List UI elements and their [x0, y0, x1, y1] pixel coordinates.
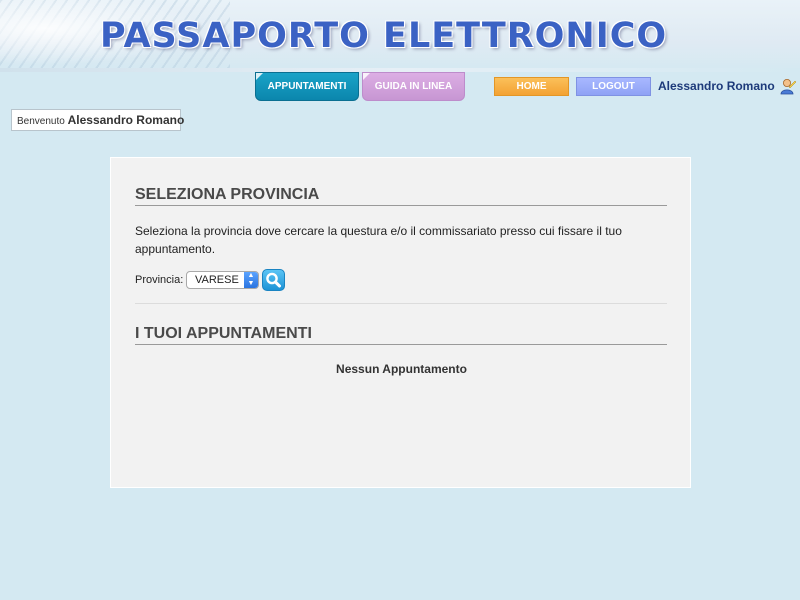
select-arrows-icon: ▲ ▼ — [244, 272, 258, 288]
section-title-appuntamenti: I TUOI APPUNTAMENTI — [135, 325, 667, 345]
empty-appointments-message: Nessun Appuntamento — [336, 362, 467, 376]
header-user-name: Alessandro Romano — [658, 79, 775, 93]
welcome-name: Alessandro Romano — [67, 113, 185, 127]
provincia-selected-value: VARESE — [195, 274, 239, 286]
provincia-select[interactable]: VARESE ▲ ▼ — [186, 271, 259, 289]
main-panel: SELEZIONA PROVINCIA Seleziona la provinc… — [110, 157, 691, 488]
user-icon[interactable] — [779, 78, 796, 95]
header-banner: PASSAPORTO ELETTRONICO — [0, 0, 800, 72]
welcome-prefix: Benvenuto — [17, 116, 65, 127]
section-title-provincia: SELEZIONA PROVINCIA — [135, 186, 667, 206]
section-divider — [135, 303, 667, 304]
provincia-description: Seleziona la provincia dove cercare la q… — [135, 224, 622, 256]
tab-guida-in-linea[interactable]: GUIDA IN LINEA — [362, 72, 465, 101]
search-button[interactable] — [262, 269, 285, 291]
page: PASSAPORTO ELETTRONICO APPUNTAMENTI GUID… — [0, 0, 800, 600]
tab-appuntamenti[interactable]: APPUNTAMENTI — [255, 72, 359, 101]
logout-button[interactable]: LOGOUT — [576, 77, 651, 96]
search-icon — [266, 272, 281, 288]
home-button[interactable]: HOME — [494, 77, 569, 96]
site-title: PASSAPORTO ELETTRONICO — [100, 16, 668, 56]
welcome-box: Benvenuto Alessandro Romano — [11, 109, 184, 131]
provincia-label: Provincia: — [135, 274, 184, 286]
